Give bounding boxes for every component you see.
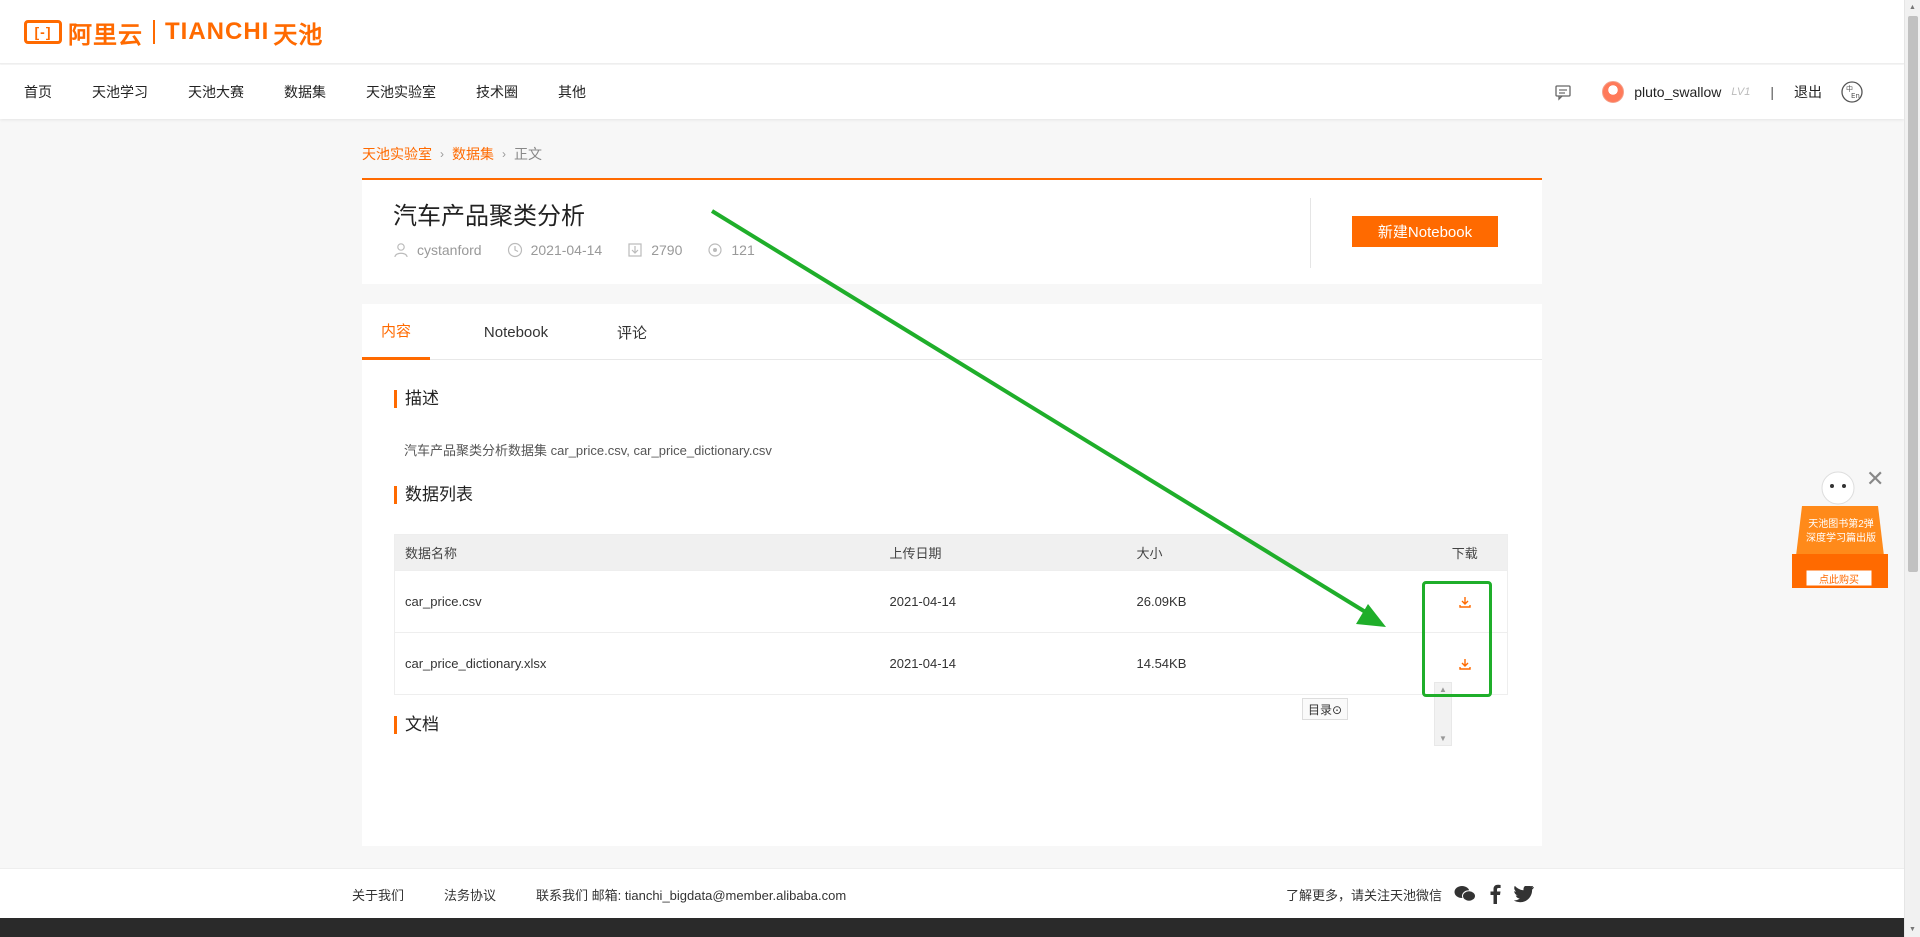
publish-date: 2021-04-14 <box>530 242 603 258</box>
file-name: car_price.csv <box>394 570 880 633</box>
breadcrumb-chevron-icon: › <box>502 147 506 161</box>
meta-author: cystanford <box>393 242 482 258</box>
meta-downloads: 2790 <box>627 242 682 258</box>
nav-item-lab[interactable]: 天池实验室 <box>366 82 436 102</box>
content-tabs: 内容 Notebook 评论 <box>362 304 1542 360</box>
main-navbar: 首页 天池学习 天池大赛 数据集 天池实验室 技术圈 其他 pluto_swal… <box>0 65 1904 119</box>
page-scroll-down-icon[interactable]: ▼ <box>1909 926 1916 933</box>
col-header-size: 大小 <box>1126 534 1423 571</box>
col-header-name: 数据名称 <box>394 534 880 571</box>
file-name: car_price_dictionary.xlsx <box>394 632 880 695</box>
file-size: 14.54KB <box>1126 632 1423 695</box>
clock-icon <box>507 242 522 258</box>
breadcrumb-current: 正文 <box>514 146 542 162</box>
page-scroll-up-icon[interactable]: ▲ <box>1909 4 1916 11</box>
footer-about-link[interactable]: 关于我们 <box>352 885 404 904</box>
file-date: 2021-04-14 <box>879 632 1127 695</box>
nav-item-other[interactable]: 其他 <box>558 82 586 102</box>
content-card: 内容 Notebook 评论 描述 汽车产品聚类分析数据集 car_price.… <box>362 304 1542 846</box>
user-area: pluto_swallow LV1 | 退出 中 En <box>1554 65 1864 119</box>
promo-buy-button[interactable]: 点此购买 <box>1806 571 1872 586</box>
breadcrumb-chevron-icon: › <box>440 147 444 161</box>
breadcrumb: 天池实验室 › 数据集 › 正文 <box>362 144 542 164</box>
aliyun-logo-text: 阿里云 <box>68 21 143 49</box>
breadcrumb-lab-link[interactable]: 天池实验室 <box>362 144 432 164</box>
promo-text: 天池图书第2弹 深度学习篇出版 <box>1796 518 1886 546</box>
description-text: 汽车产品聚类分析数据集 car_price.csv, car_price_dic… <box>404 443 772 458</box>
page-scrollbar[interactable]: ▲ ▼ <box>1904 0 1920 937</box>
breadcrumb-datasets-link[interactable]: 数据集 <box>452 144 494 164</box>
username[interactable]: pluto_swallow <box>1634 84 1721 100</box>
file-size: 26.09KB <box>1126 570 1423 633</box>
aliyun-logo-mark: [-] <box>24 20 62 44</box>
follow-text: 了解更多，请关注天池微信 <box>1286 887 1443 903</box>
nav-item-learn[interactable]: 天池学习 <box>92 82 148 102</box>
download-count-icon <box>628 243 642 257</box>
section-description-title: 描述 <box>394 390 439 408</box>
footer-links: 关于我们 法务协议 联系我们 邮箱: tianchi_bigdata@membe… <box>352 869 886 919</box>
promo-line1: 天池图书第2弹 <box>1808 519 1874 530</box>
file-date: 2021-04-14 <box>879 570 1127 633</box>
nav-divider: | <box>1770 84 1774 100</box>
table-row: car_price.csv 2021-04-14 26.09KB <box>394 570 1508 633</box>
section-datalist-title: 数据列表 <box>394 486 473 504</box>
nav-menu: 首页 天池学习 天池大赛 数据集 天池实验室 技术圈 其他 <box>24 65 626 119</box>
dataset-header-card: 汽车产品聚类分析 cystanford 2021-04-14 2790 121 … <box>362 178 1542 284</box>
annotation-highlight-box <box>1422 581 1492 697</box>
scroll-down-icon[interactable]: ▼ <box>1439 734 1447 743</box>
user-avatar[interactable] <box>1602 81 1625 103</box>
logout-link[interactable]: 退出 <box>1794 82 1822 102</box>
logo-separator <box>153 20 155 44</box>
col-header-date: 上传日期 <box>879 534 1127 571</box>
twitter-icon[interactable] <box>1514 885 1535 903</box>
language-switch-icon[interactable]: 中 En <box>1840 80 1864 104</box>
view-count: 121 <box>731 242 755 258</box>
level-badge-icon: LV1 <box>1731 86 1751 98</box>
author-name[interactable]: cystanford <box>417 242 482 258</box>
header-divider <box>1310 198 1311 268</box>
nav-item-tech-circle[interactable]: 技术圈 <box>476 82 518 102</box>
facebook-icon[interactable] <box>1488 884 1502 904</box>
promo-line2: 深度学习篇出版 <box>1806 533 1876 544</box>
tab-content[interactable]: 内容 <box>362 304 430 360</box>
top-brand-bar: [-] 阿里云 TIANCHI 天池 <box>0 0 1904 64</box>
footer: 关于我们 法务协议 联系我们 邮箱: tianchi_bigdata@membe… <box>0 868 1904 918</box>
page-scroll-thumb[interactable] <box>1908 16 1918 572</box>
dataset-title: 汽车产品聚类分析 <box>393 203 585 230</box>
tab-comments[interactable]: 评论 <box>602 304 662 360</box>
footer-legal-link[interactable]: 法务协议 <box>444 885 496 904</box>
table-row: car_price_dictionary.xlsx 2021-04-14 14.… <box>394 632 1508 695</box>
dataset-meta: cystanford 2021-04-14 2790 121 <box>393 242 780 258</box>
footer-follow: 了解更多，请关注天池微信 <box>1286 869 1535 919</box>
footer-contact-link[interactable]: 联系我们 邮箱: tianchi_bigdata@member.alibaba.… <box>536 885 846 904</box>
section-doc-title: 文档 <box>394 716 439 734</box>
tianchi-logo-text: TIANCHI <box>165 18 270 45</box>
nav-item-home[interactable]: 首页 <box>24 82 52 102</box>
bottom-dark-bar <box>0 918 1904 937</box>
eye-icon <box>708 243 722 257</box>
col-header-download: 下载 <box>1422 534 1508 571</box>
download-count: 2790 <box>651 242 683 258</box>
message-icon[interactable] <box>1554 83 1572 101</box>
meta-views: 121 <box>707 242 755 258</box>
tianchi-logo-text-cn: 天池 <box>273 21 324 49</box>
tab-notebook[interactable]: Notebook <box>466 304 566 360</box>
nav-item-competition[interactable]: 天池大赛 <box>188 82 244 102</box>
meta-date: 2021-04-14 <box>507 242 603 258</box>
promo-close-icon[interactable]: ✕ <box>1866 466 1884 492</box>
data-file-table: 数据名称 上传日期 大小 下载 car_price.csv 2021-04-14… <box>394 534 1508 695</box>
tianchi-logo[interactable]: [-] 阿里云 TIANCHI 天池 <box>24 18 323 49</box>
table-header-row: 数据名称 上传日期 大小 下载 <box>394 534 1508 571</box>
toc-button[interactable]: 目录⊙ <box>1302 698 1348 720</box>
nav-item-datasets[interactable]: 数据集 <box>284 82 326 102</box>
new-notebook-button[interactable]: 新建Notebook <box>1352 216 1498 247</box>
user-icon <box>394 243 408 258</box>
svg-text:En: En <box>1851 92 1860 100</box>
wechat-icon[interactable] <box>1454 885 1477 903</box>
